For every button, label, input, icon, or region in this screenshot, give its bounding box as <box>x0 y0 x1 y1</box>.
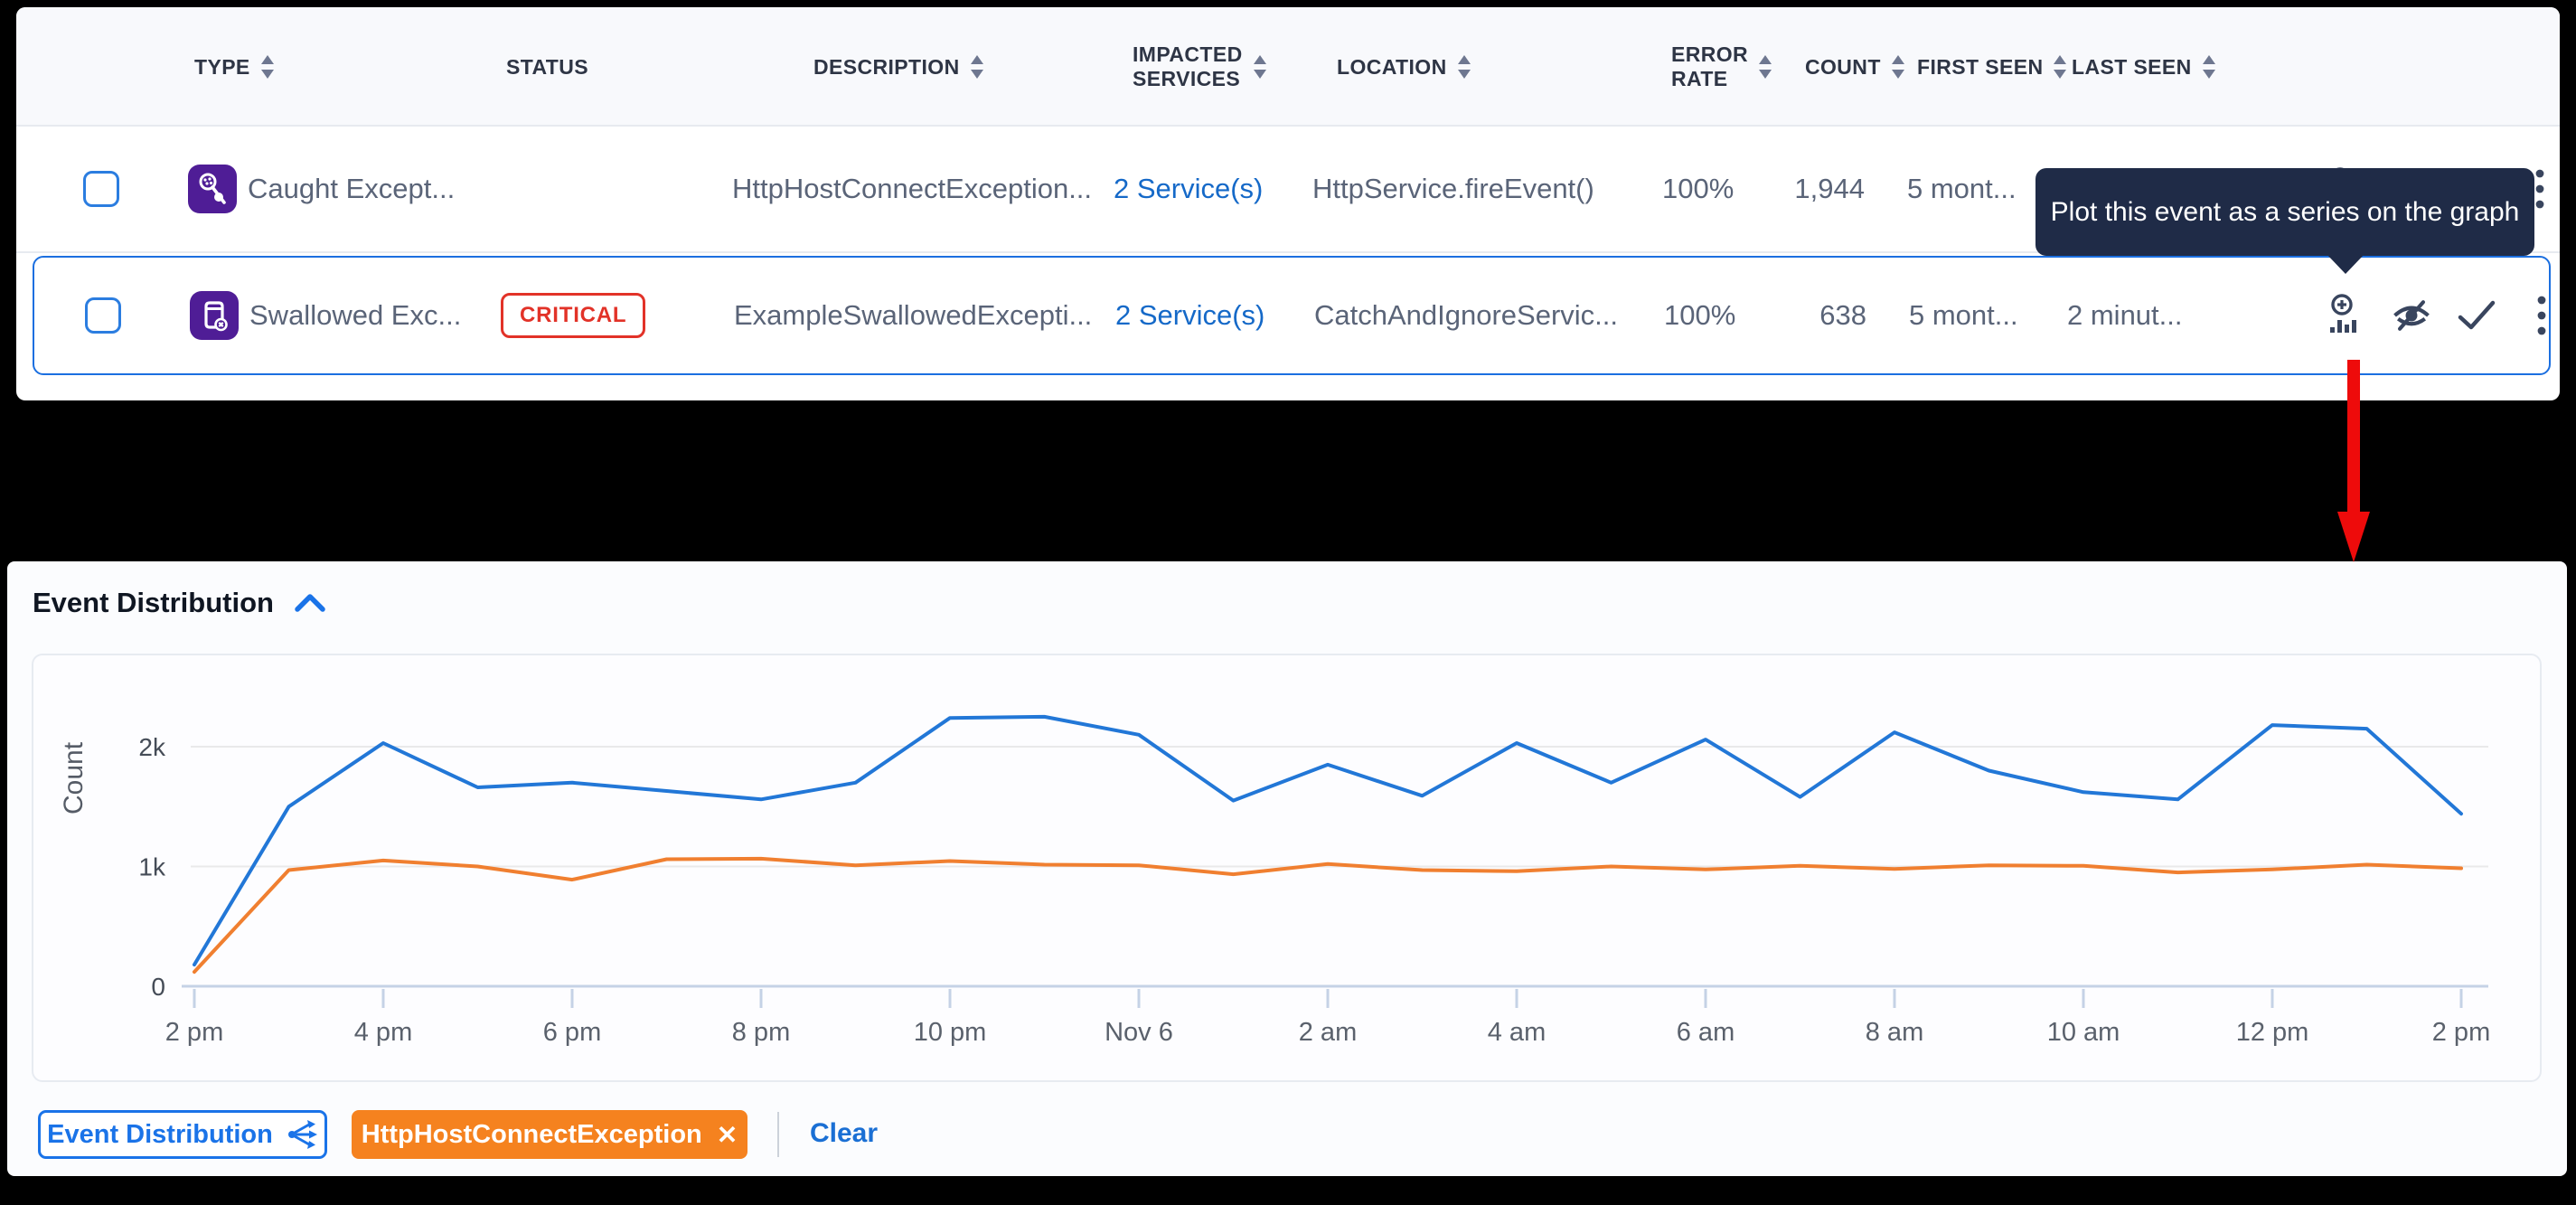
svg-text:6 am: 6 am <box>1677 1018 1735 1047</box>
column-header-status[interactable]: STATUS <box>506 7 588 127</box>
sort-icon[interactable] <box>1890 54 1906 80</box>
swallowed-exception-icon <box>190 291 239 340</box>
svg-text:4 pm: 4 pm <box>354 1018 412 1047</box>
column-header-description[interactable]: DESCRIPTION <box>813 7 985 127</box>
event-count: 638 <box>1749 299 1866 332</box>
chip-label: HttpHostConnectException <box>362 1120 702 1150</box>
event-type: Caught Except... <box>248 173 455 205</box>
column-header-count[interactable]: COUNT <box>1805 7 1906 127</box>
plot-event-tooltip: Plot this event as a series on the graph <box>2035 168 2534 256</box>
row-checkbox[interactable] <box>85 297 121 334</box>
event-count: 1,944 <box>1747 173 1865 205</box>
column-header-error-rate[interactable]: ERRORRATE <box>1671 7 1773 127</box>
row-actions <box>2325 292 2563 339</box>
column-header-location[interactable]: LOCATION <box>1337 7 1472 127</box>
svg-text:12 pm: 12 pm <box>2236 1018 2309 1047</box>
series-chip-httphostconnectexception[interactable]: HttpHostConnectException ✕ <box>352 1110 747 1159</box>
sort-icon[interactable] <box>1757 54 1773 80</box>
impacted-services-link[interactable]: 2 Service(s) <box>1114 173 1263 205</box>
svg-text:4 am: 4 am <box>1488 1018 1546 1047</box>
svg-text:2 pm: 2 pm <box>165 1018 223 1047</box>
share-branch-icon <box>287 1119 318 1150</box>
panel-title: Event Distribution <box>33 587 274 619</box>
column-label: COUNT <box>1805 55 1881 80</box>
svg-text:2 pm: 2 pm <box>2432 1018 2490 1047</box>
caught-exception-icon <box>188 165 237 213</box>
column-header-last-seen[interactable]: LAST SEEN <box>2072 7 2217 127</box>
column-header-type[interactable]: TYPE <box>194 7 276 127</box>
sort-icon[interactable] <box>2052 54 2068 80</box>
table-row-selected[interactable]: Swallowed Exc... CRITICAL ExampleSwallow… <box>33 256 2551 375</box>
event-distribution-panel: Event Distribution Count 0 1k 2k 2 pm 4 pm 6 … <box>7 561 2567 1176</box>
svg-text:6 pm: 6 pm <box>543 1018 601 1047</box>
sort-icon[interactable] <box>1456 54 1472 80</box>
more-options-icon[interactable] <box>2520 292 2563 339</box>
error-rate: 100% <box>1664 299 1735 332</box>
column-label: LAST SEEN <box>2072 55 2192 80</box>
event-location: HttpService.fireEvent() <box>1312 173 1594 205</box>
event-location: CatchAndIgnoreServic... <box>1314 299 1618 332</box>
event-description: HttpHostConnectException... <box>732 173 1092 205</box>
chart-card: Count 0 1k 2k 2 pm 4 pm 6 pm 8 pm 10 pm Nov 6 2 a… <box>32 654 2542 1082</box>
svg-text:2k: 2k <box>138 733 166 761</box>
svg-text:Nov 6: Nov 6 <box>1105 1018 1173 1047</box>
sort-icon[interactable] <box>259 54 276 80</box>
status-badge: CRITICAL <box>501 293 645 338</box>
table-header-row: TYPE STATUS DESCRIPTION IMPACTEDSERVICES… <box>16 7 2560 127</box>
hide-event-icon[interactable] <box>2390 292 2433 339</box>
series-button-label: Event Distribution <box>47 1120 273 1150</box>
sort-icon[interactable] <box>969 54 985 80</box>
svg-text:0: 0 <box>151 973 165 1001</box>
tooltip-text: Plot this event as a series on the graph <box>2051 197 2520 228</box>
column-label: ERRORRATE <box>1671 42 1748 91</box>
column-label: LOCATION <box>1337 55 1447 80</box>
column-label: IMPACTEDSERVICES <box>1133 42 1243 91</box>
chart-series-controls: Event Distribution HttpHostConnectExcept… <box>7 1110 2567 1164</box>
svg-text:10 pm: 10 pm <box>914 1018 987 1047</box>
plot-event-icon[interactable] <box>2325 292 2368 339</box>
impacted-services-link[interactable]: 2 Service(s) <box>1115 299 1264 332</box>
event-description: ExampleSwallowedExcepti... <box>734 299 1092 332</box>
event-type: Swallowed Exc... <box>249 299 461 332</box>
event-distribution-series-button[interactable]: Event Distribution <box>38 1110 327 1159</box>
tooltip-caret <box>2327 254 2364 274</box>
column-label: TYPE <box>194 55 250 80</box>
svg-text:8 am: 8 am <box>1866 1018 1923 1047</box>
first-seen: 5 mont... <box>1909 299 2018 332</box>
annotation-arrow-down <box>2337 360 2370 562</box>
sort-icon[interactable] <box>2201 54 2217 80</box>
column-label: DESCRIPTION <box>813 55 960 80</box>
row-checkbox[interactable] <box>83 171 119 207</box>
svg-text:2 am: 2 am <box>1299 1018 1357 1047</box>
column-header-impacted-services[interactable]: IMPACTEDSERVICES <box>1133 7 1268 127</box>
svg-text:10 am: 10 am <box>2047 1018 2120 1047</box>
event-distribution-chart: 0 1k 2k 2 pm 4 pm 6 pm 8 pm 10 pm Nov 6 2 am 4 am 6… <box>33 655 2543 1084</box>
column-label: FIRST SEEN <box>1917 55 2043 80</box>
divider <box>777 1112 779 1157</box>
svg-text:1k: 1k <box>138 853 166 881</box>
svg-text:8 pm: 8 pm <box>732 1018 790 1047</box>
column-header-first-seen[interactable]: FIRST SEEN <box>1917 7 2068 127</box>
y-axis-label: Count <box>59 742 89 814</box>
resolve-event-icon[interactable] <box>2455 292 2498 339</box>
error-rate: 100% <box>1662 173 1734 205</box>
last-seen: 2 minut... <box>2067 299 2183 332</box>
first-seen: 5 mont... <box>1907 173 2017 205</box>
chevron-up-icon[interactable] <box>294 592 326 614</box>
sort-icon[interactable] <box>1252 54 1268 80</box>
close-icon[interactable]: ✕ <box>717 1120 738 1150</box>
column-label: STATUS <box>506 55 588 80</box>
clear-button[interactable]: Clear <box>810 1118 878 1149</box>
